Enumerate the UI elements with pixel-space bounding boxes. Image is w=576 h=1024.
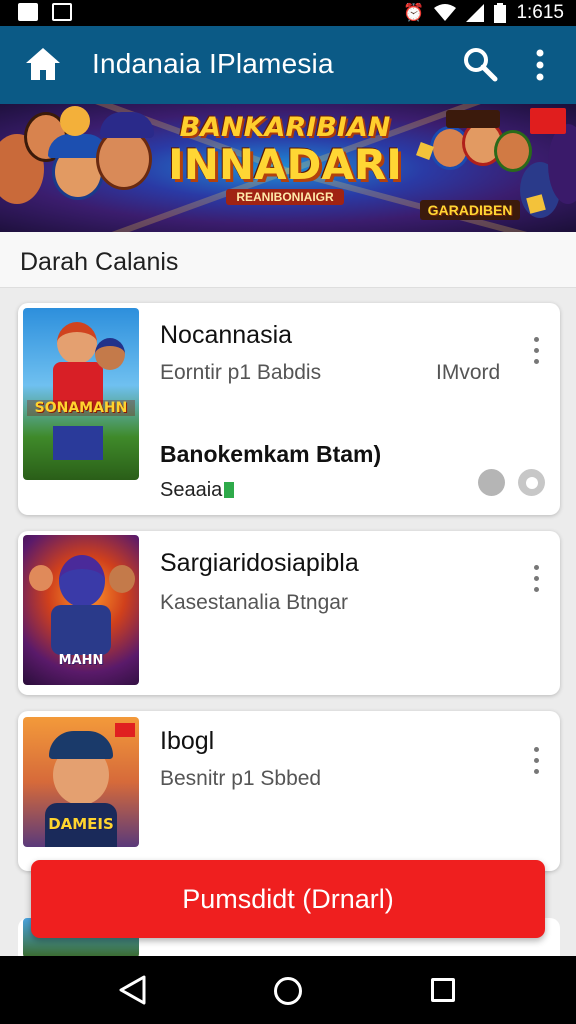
item-subtitle: Besnitr p1 Sbbed	[160, 767, 322, 790]
more-vert-icon[interactable]	[528, 48, 552, 82]
item-detail-sub: Seaaia	[160, 479, 235, 502]
banner-right-label: GARADIBEN	[420, 200, 520, 220]
thumbnail-label: DAMEIS	[48, 815, 114, 833]
item-title: Ibogl	[160, 727, 215, 755]
share-action-icon[interactable]	[518, 469, 545, 496]
item-title: Nocannasia	[160, 321, 293, 349]
promo-banner[interactable]: BANKARIBIAN INNADARI REANIBONIAIGR GARAD…	[0, 104, 576, 232]
item-subtitle: Eorntir p1 Babdis	[160, 361, 322, 384]
banner-line-1: BANKARIBIAN	[179, 112, 391, 143]
item-meta: IMvord	[436, 361, 501, 384]
item-subtitle: Kasestanalia Btngar	[160, 591, 348, 614]
battery-icon	[494, 3, 507, 23]
status-flag-icon	[224, 482, 235, 498]
game-thumbnail: MAHN	[23, 535, 139, 685]
list-item[interactable]: MAHN Sargiaridosiapibla Kasestanalia Btn…	[18, 531, 560, 695]
home-circle-icon[interactable]	[274, 977, 302, 1005]
banner-headline: BANKARIBIAN INNADARI REANIBONIAIGR	[160, 112, 410, 206]
home-icon[interactable]	[24, 46, 62, 82]
item-menu-icon[interactable]	[532, 565, 542, 595]
list-item[interactable]: SONAMAHN Nocannasia Eorntir p1 Babdis IM…	[18, 303, 560, 515]
banner-line-3: REANIBONIAIGR	[226, 189, 344, 205]
game-thumbnail: SONAMAHN	[23, 308, 139, 480]
item-menu-icon[interactable]	[532, 747, 542, 777]
banner-line-2: INNADARI	[168, 140, 402, 189]
app-bar: Indanaia IPlamesia	[0, 26, 576, 104]
list-item[interactable]: DAMEIS Ibogl Besnitr p1 Sbbed	[18, 711, 560, 871]
game-thumbnail: DAMEIS	[23, 717, 139, 847]
status-time: 1:615	[516, 2, 564, 23]
search-icon[interactable]	[462, 46, 498, 82]
back-icon[interactable]	[116, 974, 150, 1006]
status-bar: ⏰ 1:615	[0, 0, 576, 26]
signal-icon	[466, 4, 485, 22]
alarm-icon: ⏰	[403, 3, 425, 22]
thumbnail-label: MAHN	[58, 653, 104, 668]
item-detail-title: Banokemkam Btam)	[160, 441, 382, 467]
item-menu-icon[interactable]	[532, 337, 542, 367]
recents-icon[interactable]	[431, 978, 455, 1002]
app-title: Indanaia IPlamesia	[92, 48, 334, 79]
photo-icon	[52, 3, 72, 21]
primary-action-button[interactable]: Pumsdidt (Drnarl)	[31, 860, 545, 938]
circle-action-icon[interactable]	[478, 469, 505, 496]
image-icon	[18, 3, 38, 21]
wifi-icon	[434, 4, 457, 21]
system-nav-bar	[0, 956, 576, 1024]
item-title: Sargiaridosiapibla	[160, 549, 359, 577]
section-title: Darah Calanis	[20, 248, 179, 276]
section-header: Darah Calanis	[0, 232, 576, 288]
thumbnail-label: SONAMAHN	[27, 400, 135, 416]
